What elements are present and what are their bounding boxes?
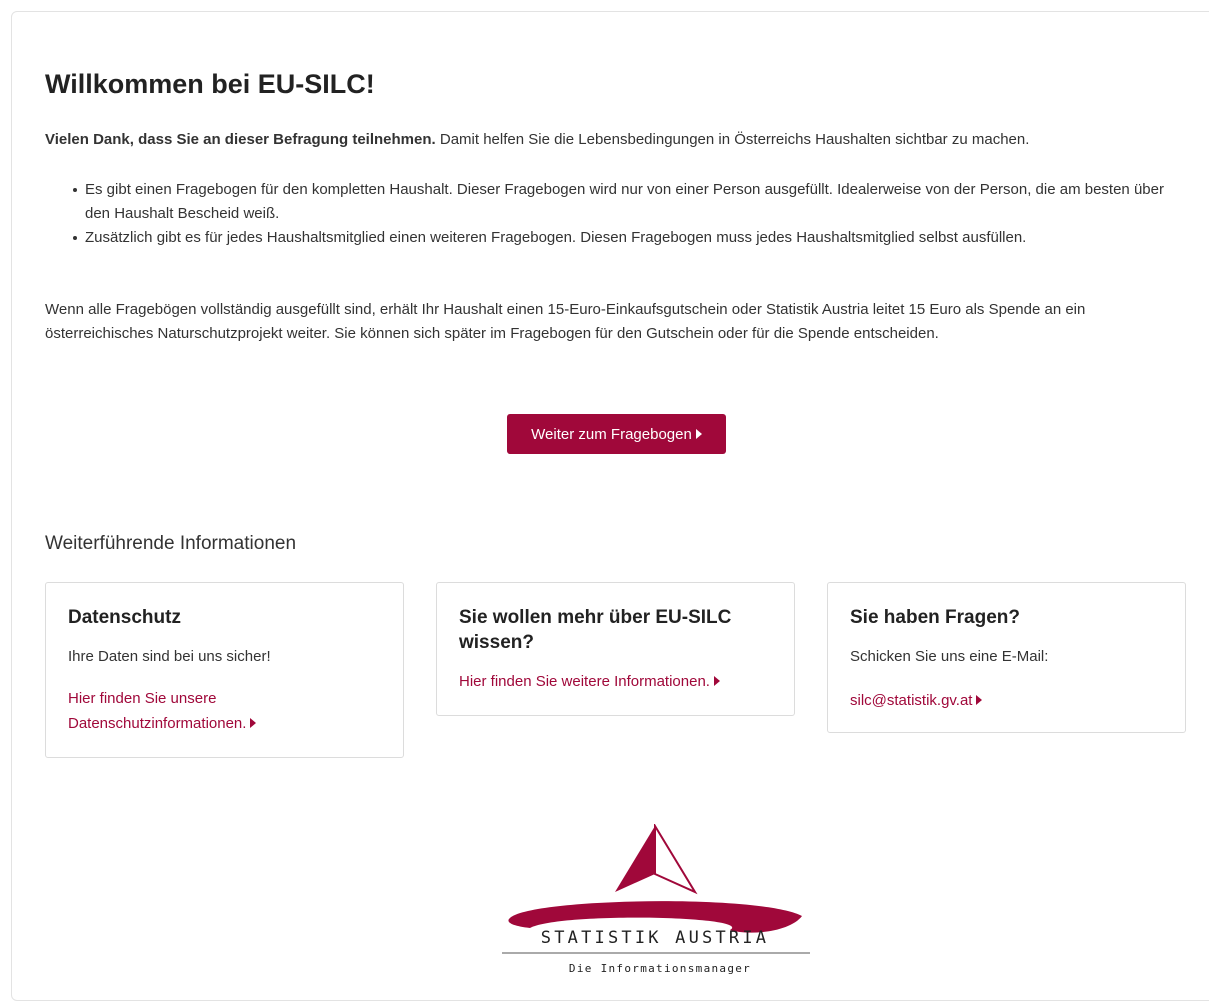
- card-text: Ihre Daten sind bei uns sicher!: [68, 648, 271, 665]
- list-item: Zusätzlich gibt es für jedes Haushaltsmi…: [73, 226, 1190, 250]
- caret-right-icon: [250, 718, 257, 728]
- continue-button-label: Weiter zum Fragebogen: [531, 425, 692, 443]
- card-text: Schicken Sie uns eine E-Mail:: [850, 648, 1049, 665]
- reward-text: Wenn alle Fragebögen vollständig ausgefü…: [45, 301, 1086, 342]
- email-link[interactable]: silc@statistik.gv.at: [850, 688, 1150, 713]
- caret-right-icon: [976, 695, 983, 705]
- card-title: Sie wollen mehr über EU-SILC wissen?: [459, 607, 732, 653]
- caret-right-icon: [713, 676, 720, 686]
- card-more-info: Sie wollen mehr über EU-SILC wissen? Hie…: [436, 582, 795, 716]
- section-title: Weiterführende Informationen: [45, 533, 297, 554]
- card-privacy: Datenschutz Ihre Daten sind bei uns sich…: [45, 582, 404, 758]
- card-questions: Sie haben Fragen? Schicken Sie uns eine …: [827, 582, 1186, 733]
- intro-text: Vielen Dank, dass Sie an dieser Befragun…: [45, 129, 1029, 151]
- logo-triangle-left: [615, 826, 655, 892]
- privacy-link-label: Hier finden Sie unsere Datenschutzinform…: [68, 690, 247, 732]
- list-item: Es gibt einen Fragebogen für den komplet…: [73, 178, 1190, 226]
- info-list: Es gibt einen Fragebogen für den komplet…: [45, 178, 1190, 250]
- logo-tagline: Die Informationsmanager: [569, 962, 751, 974]
- privacy-info-link[interactable]: Hier finden Sie unsere Datenschutzinform…: [68, 686, 368, 736]
- continue-to-questionnaire-button[interactable]: Weiter zum Fragebogen: [507, 414, 726, 454]
- more-info-link[interactable]: Hier finden Sie weitere Informationen.: [459, 669, 759, 694]
- page-container: Willkommen bei EU-SILC! Vielen Dank, das…: [11, 11, 1209, 1001]
- intro-rest: Damit helfen Sie die Lebensbedingungen i…: [435, 131, 1030, 148]
- intro-bold: Vielen Dank, dass Sie an dieser Befragun…: [45, 131, 436, 148]
- statistik-austria-logo: STATISTIK AUSTRIA Die Informationsmanage…: [502, 824, 810, 974]
- caret-right-icon: [695, 429, 702, 439]
- email-link-label: silc@statistik.gv.at: [850, 692, 973, 709]
- logo-triangle-right: [654, 824, 698, 895]
- more-info-link-label: Hier finden Sie weitere Informationen.: [459, 673, 710, 690]
- card-title: Sie haben Fragen?: [850, 607, 1020, 628]
- card-title: Datenschutz: [68, 607, 181, 628]
- logo-wordmark: STATISTIK AUSTRIA: [541, 928, 769, 948]
- page-title: Willkommen bei EU-SILC!: [45, 69, 375, 99]
